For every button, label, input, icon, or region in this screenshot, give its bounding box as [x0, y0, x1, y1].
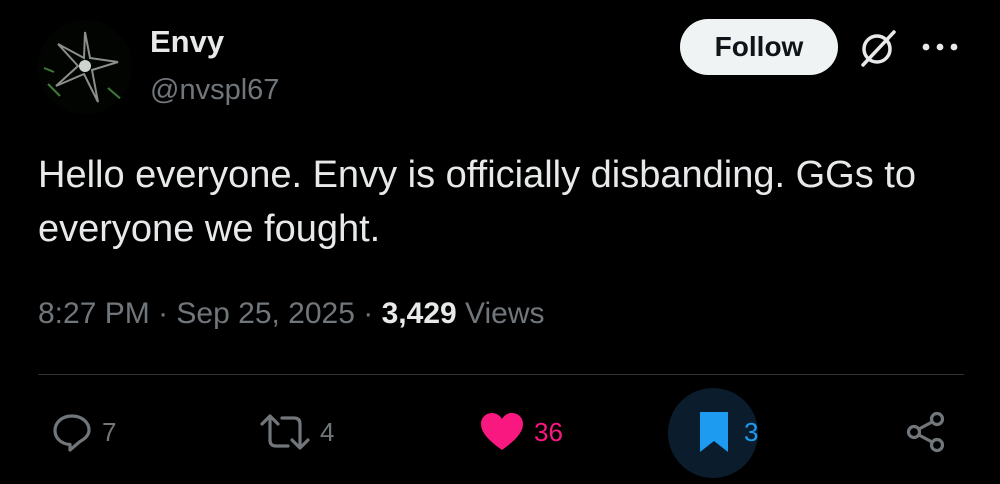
views-count[interactable]: 3,429 — [382, 297, 457, 330]
avatar[interactable] — [38, 20, 132, 114]
tweet-time[interactable]: 8:27 PM — [38, 297, 150, 330]
author-handle[interactable]: @nvspl67 — [150, 72, 279, 108]
meta-separator: · — [158, 297, 169, 330]
grok-icon[interactable] — [857, 27, 899, 69]
bookmark-button[interactable]: 3 — [694, 404, 758, 460]
tweet-meta: 8:27 PM · Sep 25, 2025 · 3,429 Views — [38, 294, 545, 334]
share-button[interactable] — [904, 404, 948, 460]
like-icon — [481, 413, 523, 450]
more-icon[interactable] — [918, 36, 962, 58]
repost-icon — [260, 414, 310, 450]
divider — [38, 374, 964, 375]
bookmark-count: 3 — [744, 417, 759, 447]
like-button[interactable]: 36 — [478, 404, 563, 460]
repost-button[interactable]: 4 — [258, 404, 334, 460]
views-label[interactable]: Views — [465, 297, 544, 330]
tweet-date[interactable]: Sep 25, 2025 — [176, 297, 355, 330]
repost-count: 4 — [320, 417, 335, 447]
meta-separator: · — [363, 297, 374, 330]
reply-button[interactable]: 7 — [50, 404, 116, 460]
reply-icon — [53, 414, 91, 452]
like-count: 36 — [534, 417, 563, 447]
author-display-name[interactable]: Envy — [150, 24, 224, 60]
follow-button[interactable]: Follow — [680, 19, 838, 75]
reply-count: 7 — [102, 417, 117, 447]
share-icon — [906, 411, 945, 453]
bookmark-icon — [700, 412, 728, 452]
tweet-text: Hello everyone. Envy is officially disba… — [38, 154, 916, 250]
